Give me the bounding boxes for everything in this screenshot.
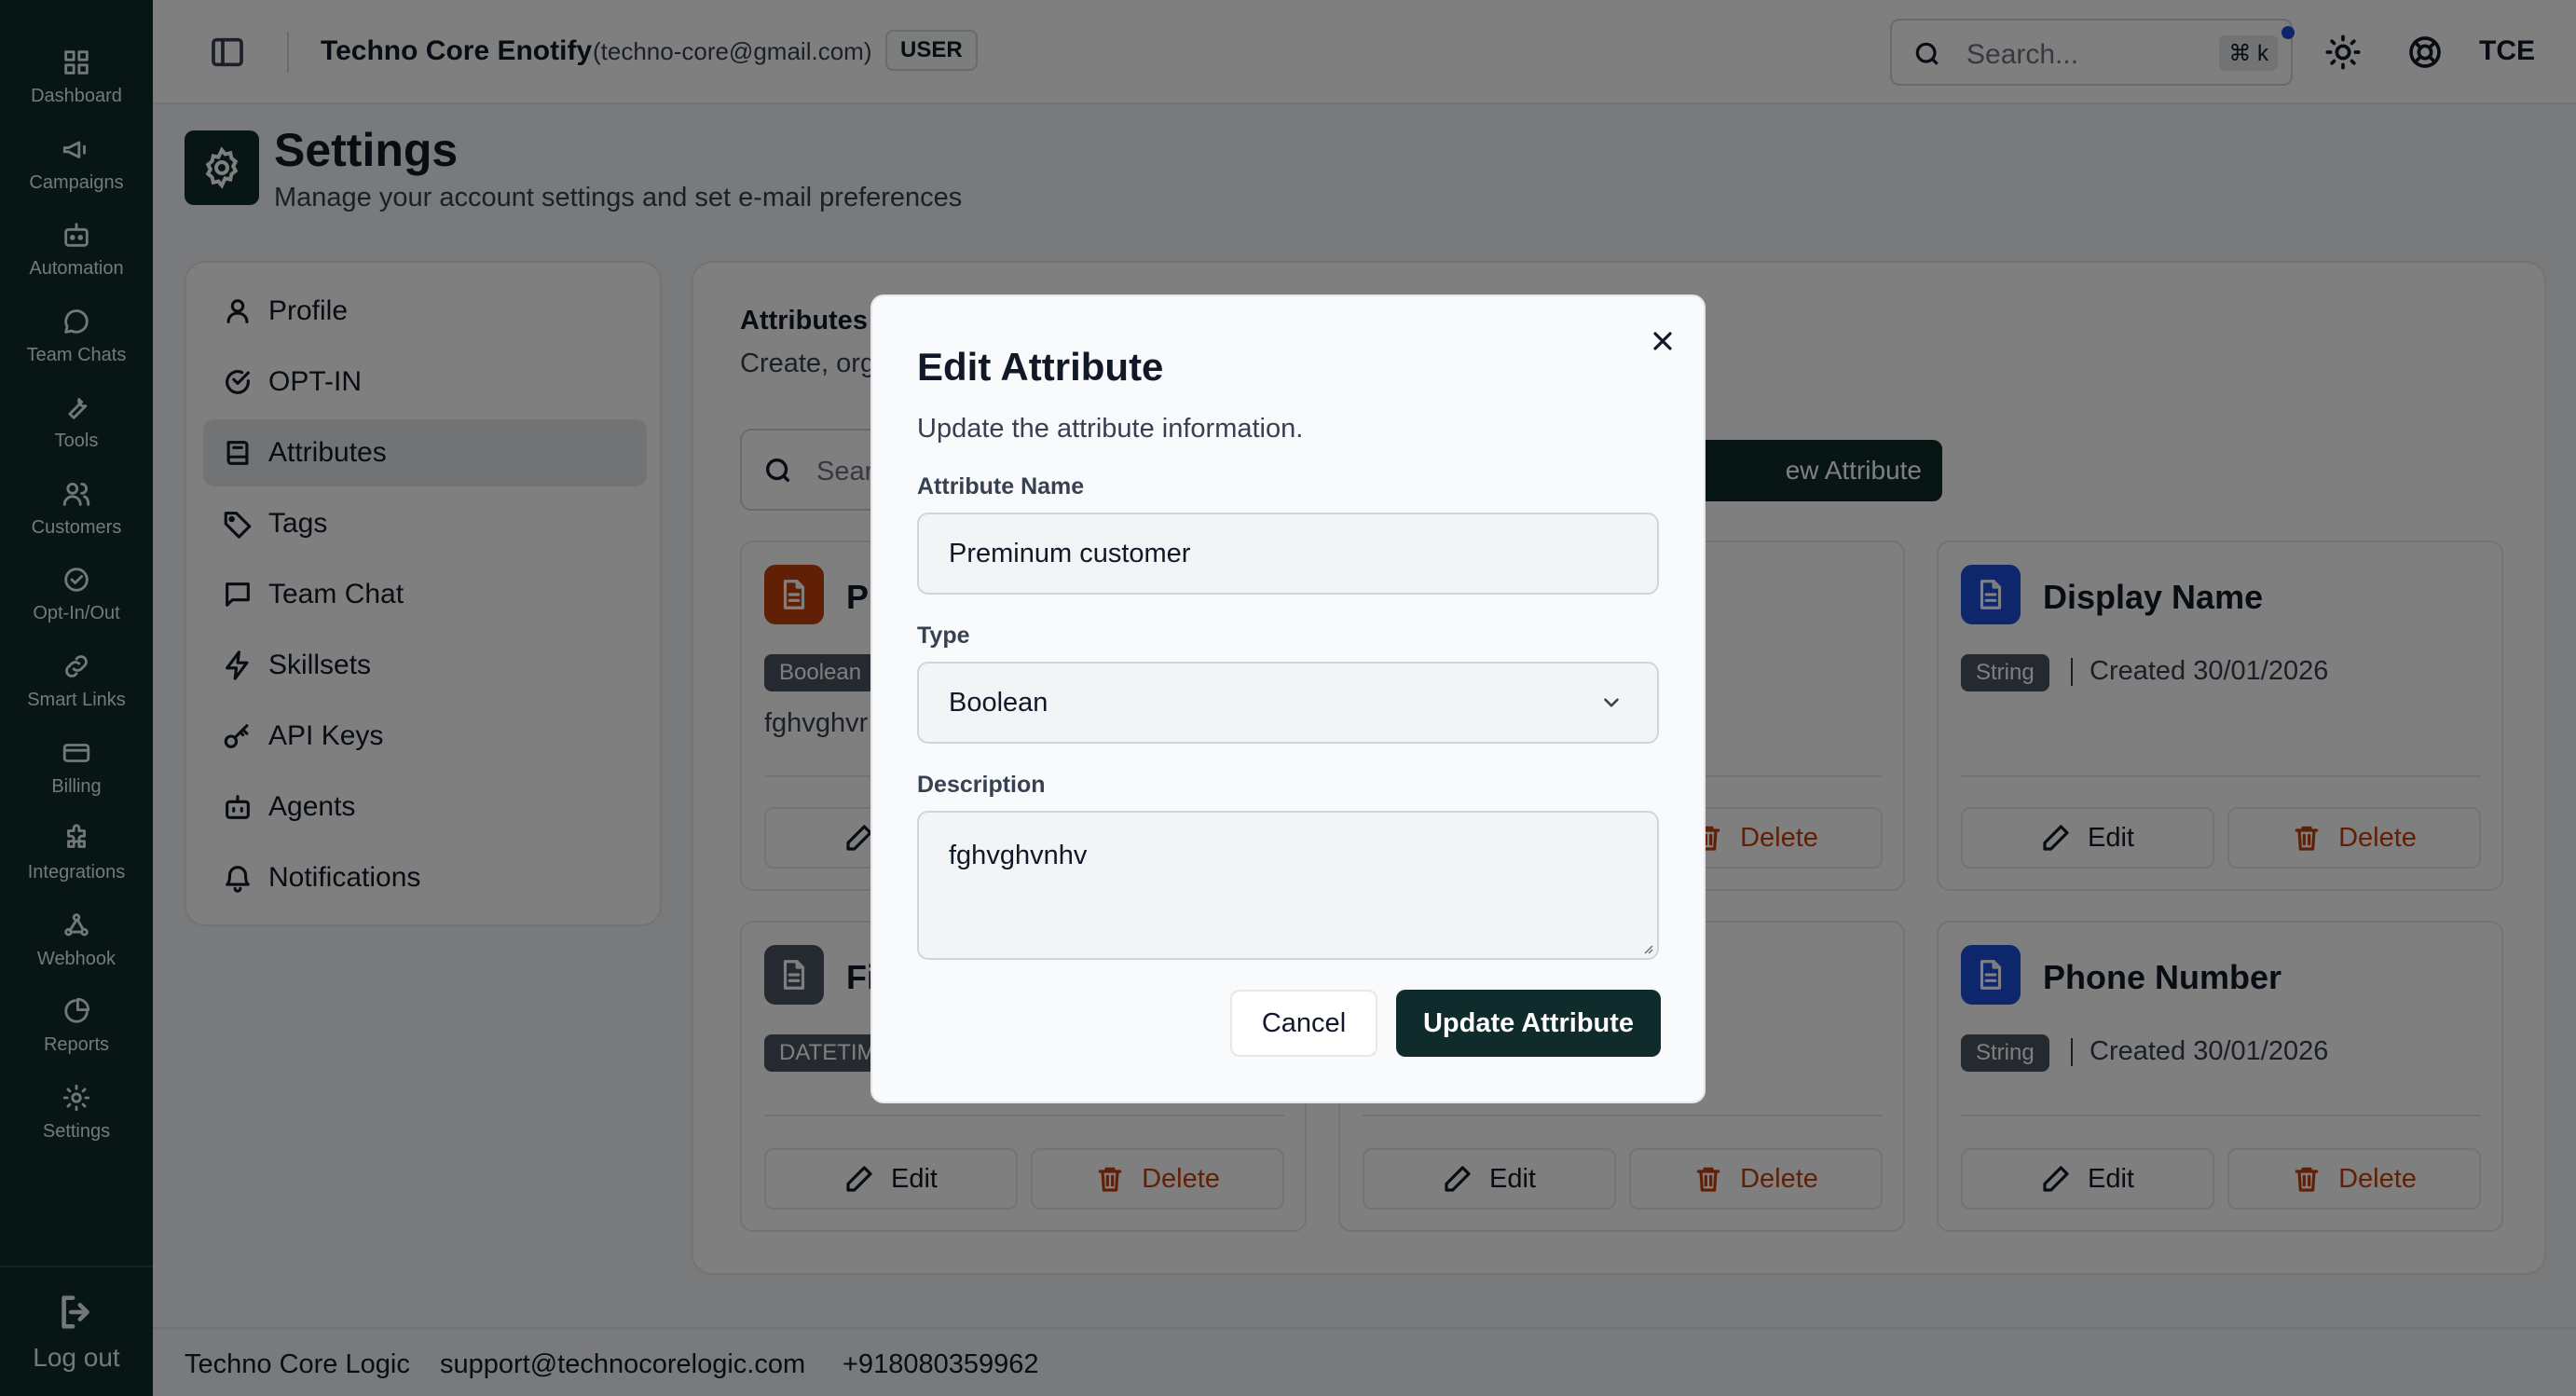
cancel-button[interactable]: Cancel — [1230, 990, 1377, 1057]
close-icon — [1653, 332, 1672, 350]
attribute-name-label: Attribute Name — [917, 473, 1085, 500]
update-attribute-button[interactable]: Update Attribute — [1396, 990, 1661, 1057]
dialog-subtitle: Update the attribute information. — [917, 414, 1304, 444]
type-selected-value: Boolean — [949, 687, 1048, 718]
close-button[interactable] — [1648, 326, 1678, 356]
chevron-down-icon — [1604, 698, 1619, 707]
attribute-name-input[interactable]: Preminum customer — [917, 513, 1659, 595]
description-value: fghvghvnhv — [949, 841, 1088, 870]
description-label: Description — [917, 772, 1046, 798]
type-select[interactable]: Boolean — [917, 662, 1659, 744]
description-textarea[interactable]: fghvghvnhv — [917, 811, 1659, 960]
dialog-title: Edit Attribute — [917, 345, 1164, 389]
type-label: Type — [917, 623, 970, 649]
edit-attribute-dialog: Edit Attribute Update the attribute info… — [870, 294, 1706, 1103]
resize-grip-icon[interactable] — [1640, 941, 1653, 954]
